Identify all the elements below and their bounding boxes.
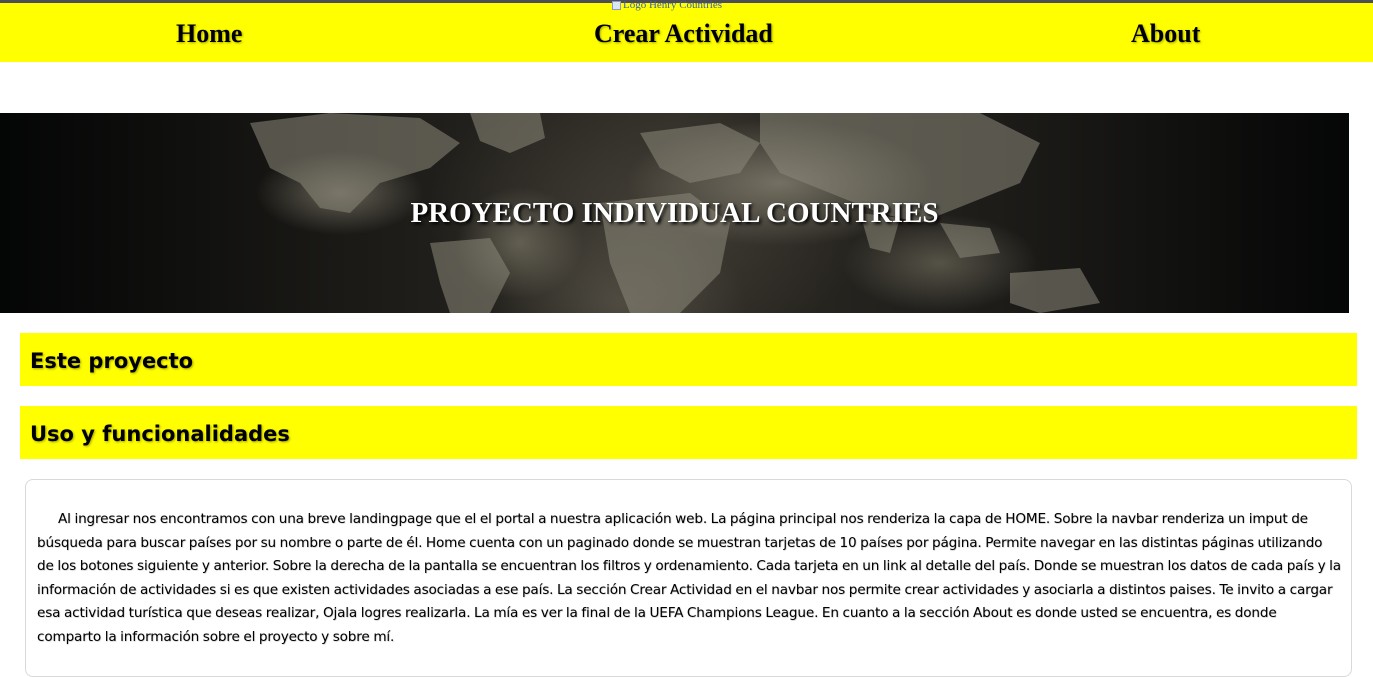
section-uso-funcionalidades[interactable]: Uso y funcionalidades [20,406,1357,459]
banner-title-text: PROYECTO INDIVIDUAL COUNTRIES [410,196,939,229]
nav-link-home[interactable]: Home [176,3,242,62]
hero-banner: PROYECTO INDIVIDUAL COUNTRIES [0,113,1349,313]
section-este-proyecto[interactable]: Este proyecto [20,333,1357,386]
nav-link-crear-actividad[interactable]: Crear Actividad [594,3,773,62]
banner-title: PROYECTO INDIVIDUAL COUNTRIES [0,113,1349,313]
nav-link-about[interactable]: About [1131,3,1200,62]
description-text: Al ingresar nos encontramos con una brev… [25,479,1352,677]
navbar: Logo Henry Countries Home Crear Activida… [0,0,1373,62]
